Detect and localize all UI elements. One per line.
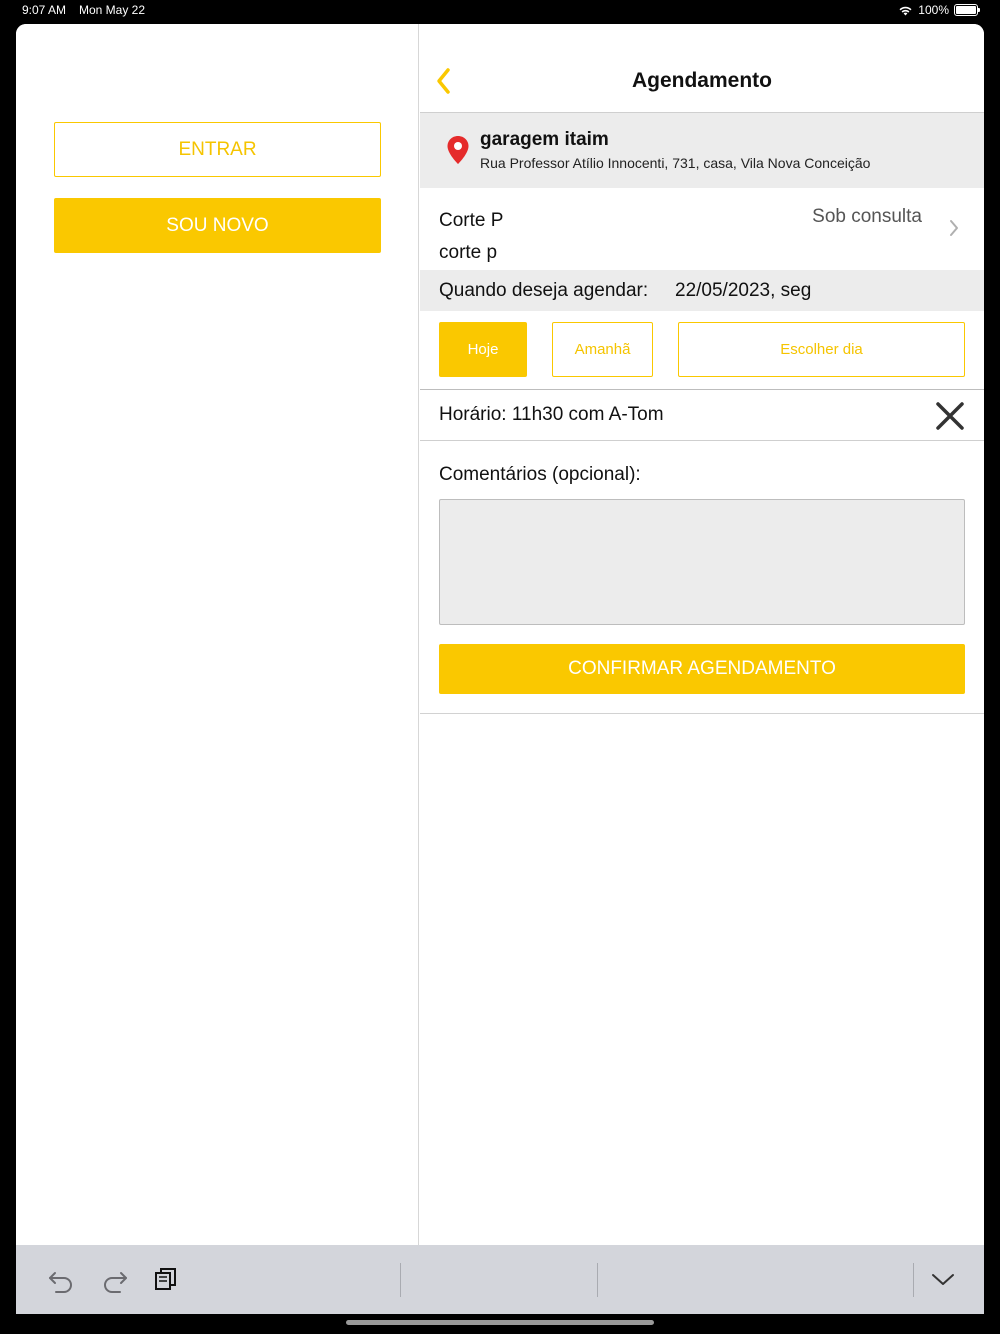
service-row[interactable]: Corte P corte p Sob consulta: [420, 188, 984, 270]
toolbar-separator: [597, 1263, 598, 1297]
status-time: 9:07 AM: [22, 3, 67, 17]
booking-pane: Agendamento garagem itaim Rua Professor …: [420, 24, 984, 1245]
divider: [420, 713, 984, 714]
time-row: Horário: 11h30 com A-Tom: [420, 390, 984, 441]
today-button[interactable]: Hoje: [439, 322, 527, 377]
dismiss-keyboard-chevron-icon[interactable]: [928, 1264, 958, 1294]
paste-icon[interactable]: [152, 1264, 182, 1294]
chevron-right-icon: [950, 220, 958, 236]
comments-input[interactable]: [439, 499, 965, 625]
left-pane: ENTRAR SOU NOVO: [16, 24, 419, 1245]
nav-bar: Agendamento: [420, 24, 984, 113]
signup-button[interactable]: SOU NOVO: [54, 198, 381, 253]
toolbar-separator: [913, 1263, 914, 1297]
location-pin-icon: [447, 136, 469, 164]
login-button[interactable]: ENTRAR: [54, 122, 381, 177]
date-label: Quando deseja agendar:: [439, 280, 649, 301]
status-bar: 9:07 AM Mon May 22 100%: [0, 0, 1000, 24]
page-title: Agendamento: [631, 69, 772, 92]
service-description: corte p: [439, 242, 498, 263]
status-date: Mon May 22: [79, 3, 146, 17]
choose-day-button[interactable]: Escolher dia: [678, 322, 965, 377]
comments-label: Comentários (opcional):: [439, 464, 641, 485]
date-value: 22/05/2023, seg: [675, 280, 812, 301]
confirm-booking-button[interactable]: CONFIRMAR AGENDAMENTO: [439, 644, 965, 694]
tomorrow-button[interactable]: Amanhã: [552, 322, 653, 377]
undo-icon[interactable]: [46, 1264, 76, 1294]
redo-icon[interactable]: [100, 1264, 130, 1294]
day-selector: Hoje Amanhã Escolher dia: [420, 311, 984, 390]
status-indicators: 100%: [898, 3, 980, 17]
location-name: garagem itaim: [480, 129, 609, 150]
wifi-icon: [899, 6, 912, 15]
service-price: Sob consulta: [812, 206, 922, 227]
time-label: Horário: 11h30 com A-Tom: [439, 404, 664, 425]
keyboard-shortcut-bar: [16, 1245, 984, 1314]
location-address: Rua Professor Atílio Innocenti, 731, cas…: [480, 155, 871, 171]
home-indicator: [346, 1320, 654, 1325]
battery-percentage: 100%: [918, 3, 949, 17]
toolbar-separator: [400, 1263, 401, 1297]
close-icon[interactable]: [934, 400, 966, 432]
date-row: Quando deseja agendar: 22/05/2023, seg: [420, 270, 984, 311]
screen: ENTRAR SOU NOVO Agendamento garagem itai…: [16, 24, 984, 1314]
location-row: garagem itaim Rua Professor Atílio Innoc…: [420, 113, 984, 188]
service-name: Corte P: [439, 210, 504, 231]
battery-icon: [954, 4, 980, 16]
